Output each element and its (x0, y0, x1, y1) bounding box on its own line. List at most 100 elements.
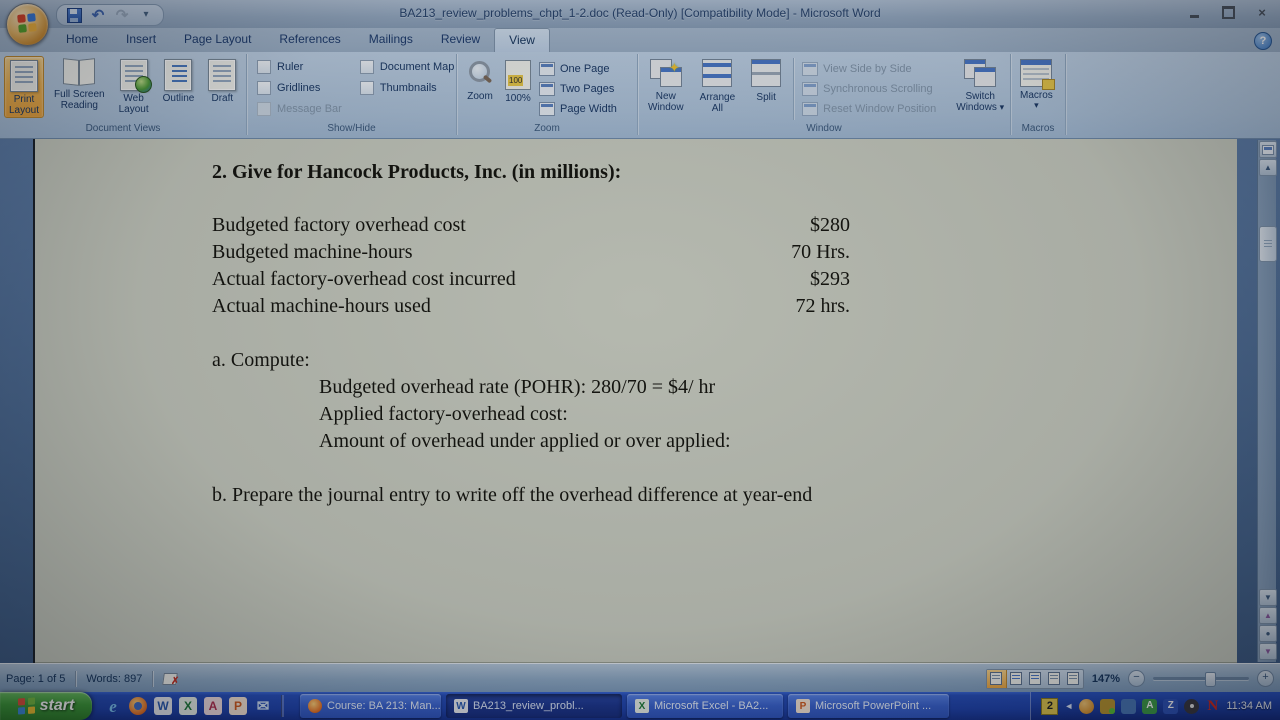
gridlines-checkbox[interactable]: Gridlines (257, 81, 342, 95)
document-page[interactable]: 2. Give for Hancock Products, Inc. (in m… (33, 139, 1237, 663)
tray-key-icon[interactable] (1121, 699, 1136, 714)
help-icon[interactable]: ? (1254, 32, 1272, 50)
tab-page-layout[interactable]: Page Layout (170, 28, 265, 52)
firefox-icon[interactable] (129, 697, 147, 715)
minimize-button[interactable] (1184, 5, 1204, 20)
document-area: 2. Give for Hancock Products, Inc. (in m… (0, 139, 1280, 663)
quick-launch: e W X A P ✉ (100, 692, 290, 720)
draft-icon (208, 59, 236, 91)
zoom-out-button[interactable]: − (1128, 670, 1145, 687)
ruler-toggle-button[interactable] (1259, 141, 1277, 158)
tray-antivirus-icon[interactable]: A (1142, 699, 1157, 714)
taskbar-button-word[interactable]: W BA213_review_probl... (446, 694, 622, 718)
status-web-layout-button[interactable] (1026, 670, 1045, 688)
outline-button[interactable]: Outline (159, 56, 199, 105)
web-layout-button[interactable]: Web Layout (115, 56, 153, 116)
tab-mailings[interactable]: Mailings (355, 28, 427, 52)
zoom-slider[interactable] (1153, 677, 1249, 680)
tray-chevron-icon[interactable]: ◄ (1064, 702, 1073, 711)
switch-windows-icon (964, 59, 996, 87)
tray-netscape-icon[interactable]: N (1205, 699, 1220, 714)
word-count[interactable]: Words: 897 (86, 673, 142, 685)
ribbon-tabs: Home Insert Page Layout References Maili… (52, 28, 550, 52)
title-bar: ↶ ↷ ▾ BA213_review_problems_chpt_1-2.doc… (0, 0, 1280, 29)
zoom-100-button[interactable]: 100% (501, 57, 535, 105)
access-icon[interactable]: A (204, 697, 222, 715)
tab-review[interactable]: Review (427, 28, 494, 52)
restore-button[interactable] (1218, 5, 1238, 20)
outlook-express-icon[interactable]: ✉ (254, 697, 272, 715)
ruler-checkbox[interactable]: Ruler (257, 60, 342, 74)
select-browse-object-button[interactable]: ● (1259, 625, 1277, 642)
arrange-all-button[interactable]: Arrange All (696, 56, 740, 115)
close-button[interactable]: × (1252, 5, 1272, 20)
macro-key-icon (1042, 79, 1055, 90)
page-indicator[interactable]: Page: 1 of 5 (6, 673, 65, 685)
document-map-checkbox[interactable]: Document Map (360, 60, 455, 74)
web-layout-icon (120, 59, 148, 91)
full-screen-reading-button[interactable]: Full Screen Reading (50, 56, 109, 112)
previous-page-button[interactable]: ▲ (1259, 607, 1277, 624)
next-page-button[interactable]: ▼ (1259, 643, 1277, 660)
switch-windows-button[interactable]: Switch Windows ▾ (952, 56, 1008, 114)
page-width-button[interactable]: Page Width (539, 102, 617, 116)
print-layout-button[interactable]: Print Layout (4, 56, 44, 118)
star-icon: ✦ (669, 61, 680, 74)
status-full-screen-button[interactable] (1007, 670, 1026, 688)
one-page-button[interactable]: One Page (539, 62, 617, 76)
new-window-button[interactable]: ✦ New Window (644, 56, 688, 114)
zoom-in-button[interactable]: + (1257, 670, 1274, 687)
internet-explorer-icon[interactable]: e (104, 697, 122, 715)
split-button[interactable]: Split (747, 56, 785, 104)
word-icon[interactable]: W (154, 697, 172, 715)
tray-update-icon[interactable] (1079, 699, 1094, 714)
taskbar-button-powerpoint[interactable]: P Microsoft PowerPoint ... (788, 694, 949, 718)
office-logo-icon (17, 13, 37, 33)
excel-icon: X (635, 699, 649, 713)
tab-home[interactable]: Home (52, 28, 112, 52)
taskbar-button-excel[interactable]: X Microsoft Excel - BA2... (627, 694, 783, 718)
status-outline-button[interactable] (1045, 670, 1064, 688)
excel-icon[interactable]: X (179, 697, 197, 715)
browse-object-icon: ● (1266, 629, 1271, 638)
start-button[interactable]: start (0, 692, 92, 720)
tray-shield-icon[interactable] (1100, 699, 1115, 714)
restore-icon (1222, 6, 1235, 19)
zoom-slider-thumb[interactable] (1205, 672, 1216, 687)
tab-view[interactable]: View (494, 28, 550, 52)
chevron-down-icon: ▾ (1000, 102, 1005, 112)
tab-insert[interactable]: Insert (112, 28, 170, 52)
magnifier-icon (467, 60, 493, 86)
thumbnails-checkbox[interactable]: Thumbnails (360, 81, 455, 95)
draft-button[interactable]: Draft (204, 56, 240, 105)
scrollbar-thumb[interactable] (1259, 226, 1277, 262)
scroll-up-button[interactable]: ▲ (1259, 159, 1277, 176)
message-bar-checkbox: Message Bar (257, 102, 342, 116)
minimize-icon (1190, 15, 1199, 18)
powerpoint-icon: P (796, 699, 810, 713)
status-print-layout-button[interactable] (987, 670, 1007, 688)
macros-button[interactable]: Macros ▾ (1016, 56, 1057, 110)
scroll-down-button[interactable]: ▼ (1259, 589, 1277, 606)
proofing-errors-icon[interactable] (163, 672, 178, 685)
office-button[interactable] (6, 3, 49, 46)
macros-icon (1020, 59, 1052, 87)
clock[interactable]: 11:34 AM (1226, 700, 1272, 712)
vertical-scrollbar[interactable]: ▲ ▼ ▲ ● ▼ (1257, 140, 1276, 662)
status-draft-button[interactable] (1064, 670, 1083, 688)
table-row: Actual factory-overhead cost incurred $2… (212, 268, 850, 295)
tray-audio-icon[interactable] (1184, 699, 1199, 714)
zoom-button[interactable]: Zoom (463, 57, 497, 103)
tab-references[interactable]: References (265, 28, 354, 52)
tray-zonealarm-icon[interactable]: Z (1163, 699, 1178, 714)
taskbar-button-firefox[interactable]: Course: BA 213: Man... (300, 694, 441, 718)
taskbar: start e W X A P ✉ Course: BA 213: Man...… (0, 692, 1280, 720)
zoom-level[interactable]: 147% (1092, 673, 1120, 685)
tray-badge[interactable]: 2 (1041, 698, 1058, 715)
powerpoint-icon[interactable]: P (229, 697, 247, 715)
checkbox-icon (257, 60, 271, 74)
group-label-zoom: Zoom (457, 123, 637, 134)
outline-icon (1048, 672, 1060, 685)
two-pages-button[interactable]: Two Pages (539, 82, 617, 96)
table-row: Actual machine-hours used 72 hrs. (212, 295, 850, 322)
